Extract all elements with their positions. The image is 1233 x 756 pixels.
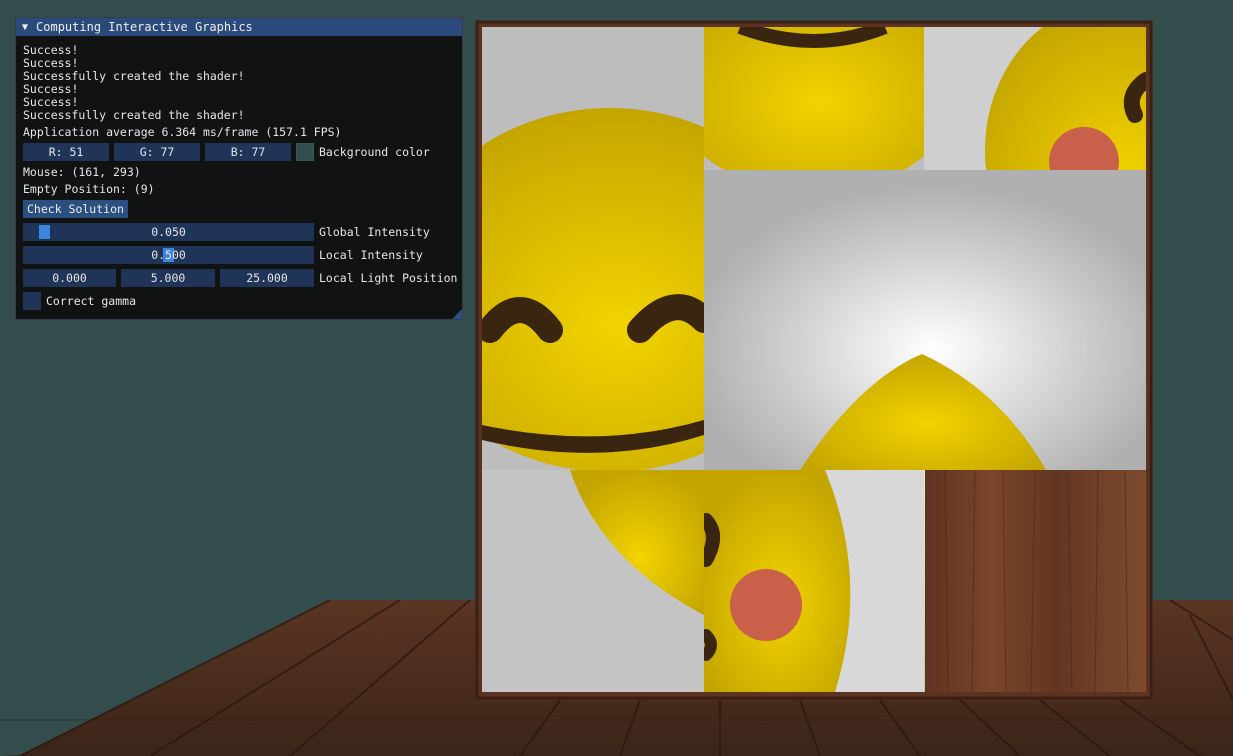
window-title: Computing Interactive Graphics bbox=[36, 20, 253, 34]
bg-b-field[interactable]: B: 77 bbox=[205, 143, 291, 161]
light-pos-y-field[interactable]: 5.000 bbox=[121, 269, 215, 287]
collapse-arrow-icon[interactable]: ▼ bbox=[22, 22, 28, 33]
imgui-window[interactable]: ▼ Computing Interactive Graphics Success… bbox=[15, 17, 463, 320]
bg-color-label: Background color bbox=[319, 145, 430, 159]
global-intensity-slider[interactable]: 0.050 bbox=[23, 223, 314, 241]
check-solution-button[interactable]: Check Solution bbox=[23, 200, 128, 218]
bg-g-field[interactable]: G: 77 bbox=[114, 143, 200, 161]
correct-gamma-checkbox[interactable] bbox=[23, 292, 41, 310]
fps-text: Application average 6.364 ms/frame (157.… bbox=[23, 125, 342, 139]
window-titlebar[interactable]: ▼ Computing Interactive Graphics bbox=[16, 18, 462, 36]
puzzle-tile-5[interactable] bbox=[704, 170, 1146, 470]
light-pos-x-field[interactable]: 0.000 bbox=[23, 269, 116, 287]
bg-color-swatch[interactable] bbox=[296, 143, 314, 161]
log-line: Successfully created the shader! bbox=[23, 108, 245, 122]
light-pos-z-field[interactable]: 25.000 bbox=[220, 269, 314, 287]
puzzle-tile-8[interactable] bbox=[704, 470, 924, 692]
local-intensity-slider[interactable]: 0.500 bbox=[23, 246, 314, 264]
resize-grip-icon[interactable] bbox=[452, 309, 462, 319]
mouse-text: Mouse: (161, 293) bbox=[23, 165, 141, 179]
puzzle-tile-7[interactable] bbox=[482, 470, 704, 692]
empty-position-text: Empty Position: (9) bbox=[23, 182, 155, 196]
local-intensity-label: Local Intensity bbox=[319, 248, 423, 262]
puzzle-tile-2[interactable] bbox=[664, 0, 964, 192]
empty-tile-wood bbox=[925, 469, 1146, 693]
global-intensity-value: 0.050 bbox=[151, 225, 186, 239]
global-intensity-grab[interactable] bbox=[38, 225, 50, 239]
local-intensity-value: 0.500 bbox=[151, 248, 186, 262]
output-log: Success! Success! Successfully created t… bbox=[23, 44, 245, 122]
global-intensity-label: Global Intensity bbox=[319, 225, 430, 239]
bg-r-field[interactable]: R: 51 bbox=[23, 143, 109, 161]
light-pos-label: Local Light Position bbox=[319, 271, 458, 285]
correct-gamma-label: Correct gamma bbox=[46, 294, 137, 308]
